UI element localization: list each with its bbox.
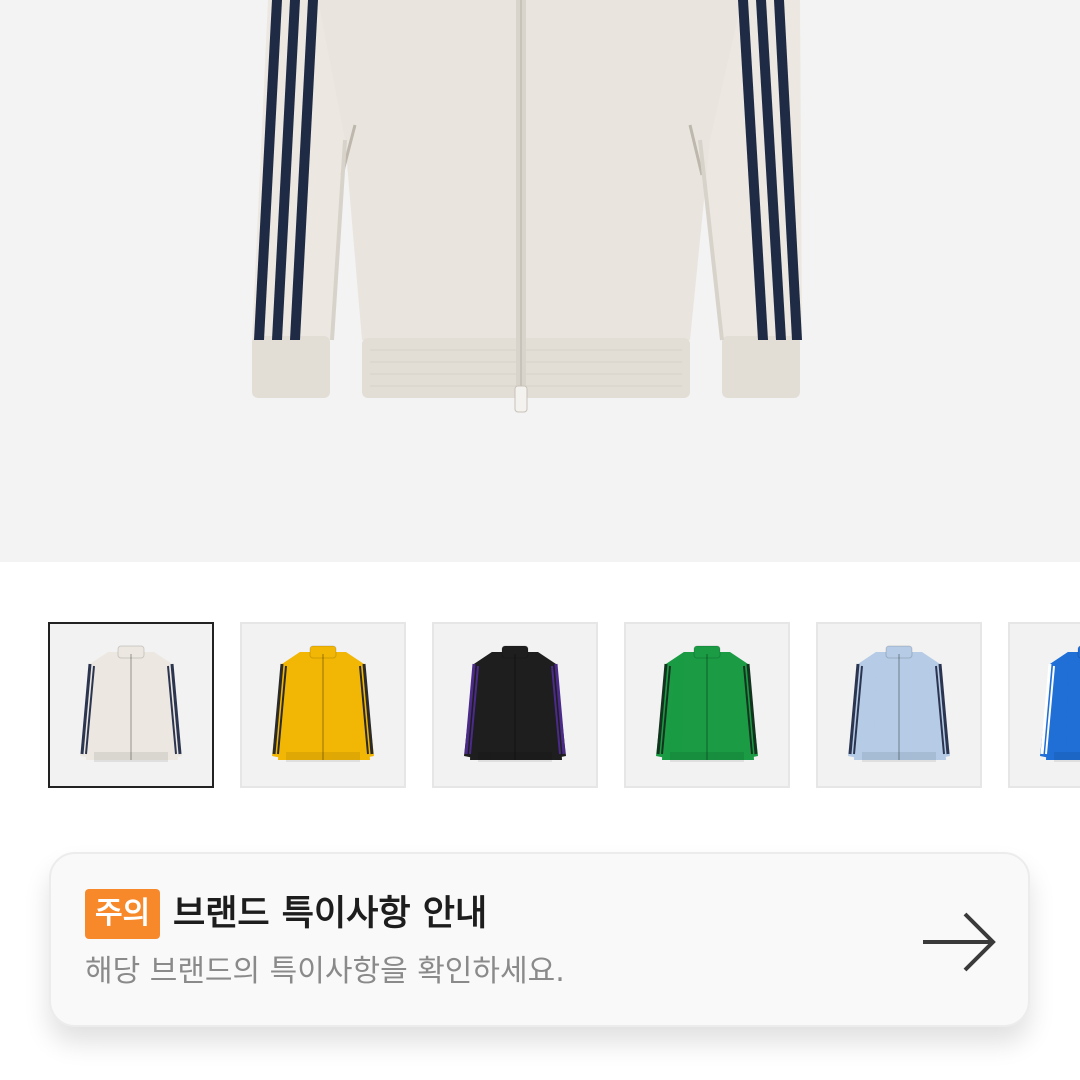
warning-badge: 주의 — [85, 889, 161, 939]
product-main-image[interactable] — [0, 0, 1080, 562]
brand-notice-card[interactable]: 주의 브랜드 특이사항 안내 해당 브랜드의 특이사항을 확인하세요. — [49, 852, 1030, 1027]
color-thumbnail-green[interactable] — [624, 622, 790, 788]
arrow-right-icon[interactable] — [921, 910, 997, 974]
color-thumbnail-light-blue[interactable] — [816, 622, 982, 788]
color-thumbnail-list — [48, 622, 1080, 790]
jacket-thumbnail-image — [656, 645, 758, 762]
color-thumbnail-blue[interactable] — [1008, 622, 1080, 788]
color-thumbnail-yellow[interactable] — [240, 622, 406, 788]
color-thumbnail-white-navy[interactable] — [48, 622, 214, 788]
color-thumbnail-black-purple[interactable] — [432, 622, 598, 788]
jacket-thumbnail-image — [848, 645, 950, 762]
jacket-thumbnail-image — [272, 645, 374, 762]
notice-description: 해당 브랜드의 특이사항을 확인하세요. — [85, 954, 565, 989]
notice-title: 브랜드 특이사항 안내 — [173, 894, 488, 934]
jacket-thumbnail-image — [80, 645, 182, 762]
jacket-front-image — [252, 0, 802, 413]
jacket-thumbnail-image — [1040, 645, 1080, 762]
jacket-thumbnail-image — [464, 645, 566, 762]
